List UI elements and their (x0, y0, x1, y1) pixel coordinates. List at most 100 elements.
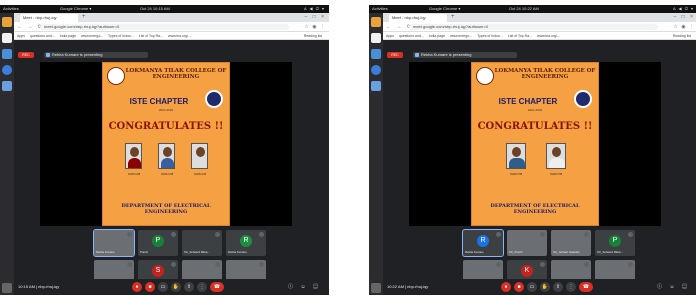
app-grid-icon[interactable] (371, 283, 381, 293)
avatar: P (152, 235, 164, 247)
new-tab-icon[interactable]: + (451, 13, 455, 22)
tab-meet[interactable]: Meet - nbp-rhuj-iqy (20, 14, 78, 22)
system-menu[interactable]: A ◀ ⏻ ▾ (304, 5, 325, 13)
mic-icon (584, 262, 589, 267)
bookmarks-bar: Apps questions and... India page www.ene… (383, 32, 696, 40)
url-field[interactable]: meet.google.com/nbp-rhuj-iqy?authuser=0 (40, 24, 289, 30)
presenting-label: Rekha Kumare is presenting (44, 52, 148, 58)
present-icon[interactable]: ⇧ (184, 282, 194, 292)
activities-button[interactable]: Activities (372, 5, 388, 13)
year: 2021-2022 (527, 108, 543, 112)
meet-controls: 10:15 AM | nbp-rhuj-iqy ● ■ ▭ ✋ ⇧ ⋮ ☎ ⓘ … (14, 279, 329, 295)
camera-off-icon[interactable]: ■ (145, 282, 155, 292)
reading-list[interactable]: Reading list (304, 32, 322, 39)
reading-list[interactable]: Reading list (673, 32, 691, 39)
clock[interactable]: Oct 24 10:15 AM (140, 5, 170, 13)
address-bar: ← → ⟳ meet.google.com/nbp-rhuj-iqy?authu… (383, 22, 696, 32)
mic-off-icon[interactable]: ● (501, 282, 511, 292)
activities-button[interactable]: Activities (3, 5, 19, 13)
raise-hand-icon[interactable]: ✋ (171, 282, 181, 292)
app-menu[interactable]: Google Chrome ▾ (60, 5, 91, 13)
app-grid-icon[interactable] (2, 283, 12, 293)
winner-cgpa: CGPA 9.85 (160, 173, 174, 176)
participant-tile[interactable]: SC_Suhasini Baha... (182, 230, 222, 256)
mic-off-icon[interactable]: ● (132, 282, 142, 292)
bookmark[interactable]: www.iea.org/... (537, 34, 560, 38)
bookmark[interactable]: India page (429, 34, 445, 38)
window-controls[interactable]: – □ × (305, 13, 327, 22)
participant-tile[interactable]: P Prachi (138, 230, 178, 256)
extension-icons[interactable]: ☆ ◉ ⋮ (673, 22, 695, 32)
system-menu[interactable]: A ◀ ⏻ ▾ (673, 5, 694, 13)
captions-icon[interactable]: ▭ (527, 282, 537, 292)
document-dock-icon[interactable] (2, 49, 12, 59)
url-field[interactable]: meet.google.com/nbp-rhuj-iqy?authuser=0 (409, 24, 658, 30)
bookmark[interactable]: www.iea.org/... (168, 34, 191, 38)
presenting-label: Rekha Kumare is presenting (413, 52, 517, 58)
participant-tile[interactable]: P SC_Suhasini Baha... (595, 230, 635, 256)
rec-badge: REC (387, 52, 403, 58)
camera-off-icon[interactable]: ■ (514, 282, 524, 292)
chrome-dock-icon[interactable] (371, 17, 381, 27)
poster: LOKMANYA TILAK COLLEGE OF ENGINEERING IS… (471, 62, 599, 226)
tab-meet[interactable]: Meet - nbp-rhuj-iqy (389, 14, 447, 22)
participant-tile[interactable]: R Rekha Kumare (462, 229, 504, 257)
help-dock-icon[interactable] (371, 65, 381, 75)
tab-strip: Meet - nbp-rhuj-iqy + – □ × (383, 13, 696, 22)
participant-tile[interactable]: R Rekha Kumare (226, 230, 266, 256)
more-options-icon[interactable]: ⋮ (197, 282, 207, 292)
bookmark[interactable]: Types of Indus... (108, 34, 134, 38)
bookmark[interactable]: www.energo... (81, 34, 103, 38)
bookmark[interactable]: List of Top Ra... (508, 34, 532, 38)
screenshot-left: Activities Google Chrome ▾ Oct 24 10:15 … (0, 5, 329, 295)
document-dock-icon[interactable] (371, 49, 381, 59)
raise-hand-icon[interactable]: ✋ (540, 282, 550, 292)
mic-icon (496, 232, 501, 237)
participant-tile[interactable]: SC_Janhavi Gadekar (551, 230, 591, 256)
congrats-title: CONGRATULATES !! (477, 121, 593, 132)
bookmark[interactable]: List of Top Ra... (139, 34, 163, 38)
side-panel-icons[interactable]: ⓘ ☺ ▤ (288, 279, 321, 295)
system-topbar: Activities Google Chrome ▾ Oct 24 10:15 … (0, 5, 329, 13)
bookmark[interactable]: questions and... (399, 34, 424, 38)
meeting-time: 10:15 AM | nbp-rhuj-iqy (18, 284, 60, 289)
winner-photo (125, 143, 142, 169)
window-controls[interactable]: – □ × (674, 13, 696, 22)
help-dock-icon[interactable] (2, 65, 12, 75)
app-dock-icon[interactable] (371, 81, 381, 91)
clock[interactable]: Oct 24 10:22 AM (509, 5, 539, 13)
side-panel-icons[interactable]: ⓘ ☺ ▤ (657, 279, 690, 295)
address-bar: ← → ⟳ meet.google.com/nbp-rhuj-iqy?authu… (14, 22, 329, 32)
avatar: R (240, 235, 252, 247)
end-call-icon[interactable]: ☎ (210, 282, 224, 292)
mic-icon (171, 262, 176, 267)
winner-cgpa: CGPA 9.56 (549, 173, 563, 176)
new-tab-icon[interactable]: + (82, 13, 86, 22)
bookmark[interactable]: Apps (17, 34, 25, 38)
bookmark[interactable]: questions and... (30, 34, 55, 38)
mic-icon (259, 262, 264, 267)
app-dock-icon[interactable] (2, 81, 12, 91)
files-dock-icon[interactable] (371, 33, 381, 43)
bookmark[interactable]: India page (60, 34, 76, 38)
end-call-icon[interactable]: ☎ (579, 282, 593, 292)
avatar: S (152, 265, 164, 277)
bookmark[interactable]: Types of Indus... (477, 34, 503, 38)
extension-icons[interactable]: ☆ ◉ ⋮ (304, 22, 326, 32)
presenting-bar: REC Rekha Kumare is presenting (383, 50, 696, 60)
participant-tile[interactable]: SC_Prachi (507, 230, 547, 256)
app-menu[interactable]: Google Chrome ▾ (429, 5, 460, 13)
winner-photo (546, 143, 566, 169)
rec-badge: REC (18, 52, 34, 58)
bookmark[interactable]: Apps (386, 34, 394, 38)
captions-icon[interactable]: ▭ (158, 282, 168, 292)
participant-tile[interactable]: Rekha Kumare (93, 229, 135, 257)
mic-icon (540, 232, 545, 237)
bookmark[interactable]: www.energo... (450, 34, 472, 38)
more-options-icon[interactable]: ⋮ (566, 282, 576, 292)
present-icon[interactable]: ⇧ (553, 282, 563, 292)
dock (0, 13, 14, 295)
files-dock-icon[interactable] (2, 33, 12, 43)
tab-strip: Meet - nbp-rhuj-iqy + – □ × (14, 13, 329, 22)
chrome-dock-icon[interactable] (2, 17, 12, 27)
